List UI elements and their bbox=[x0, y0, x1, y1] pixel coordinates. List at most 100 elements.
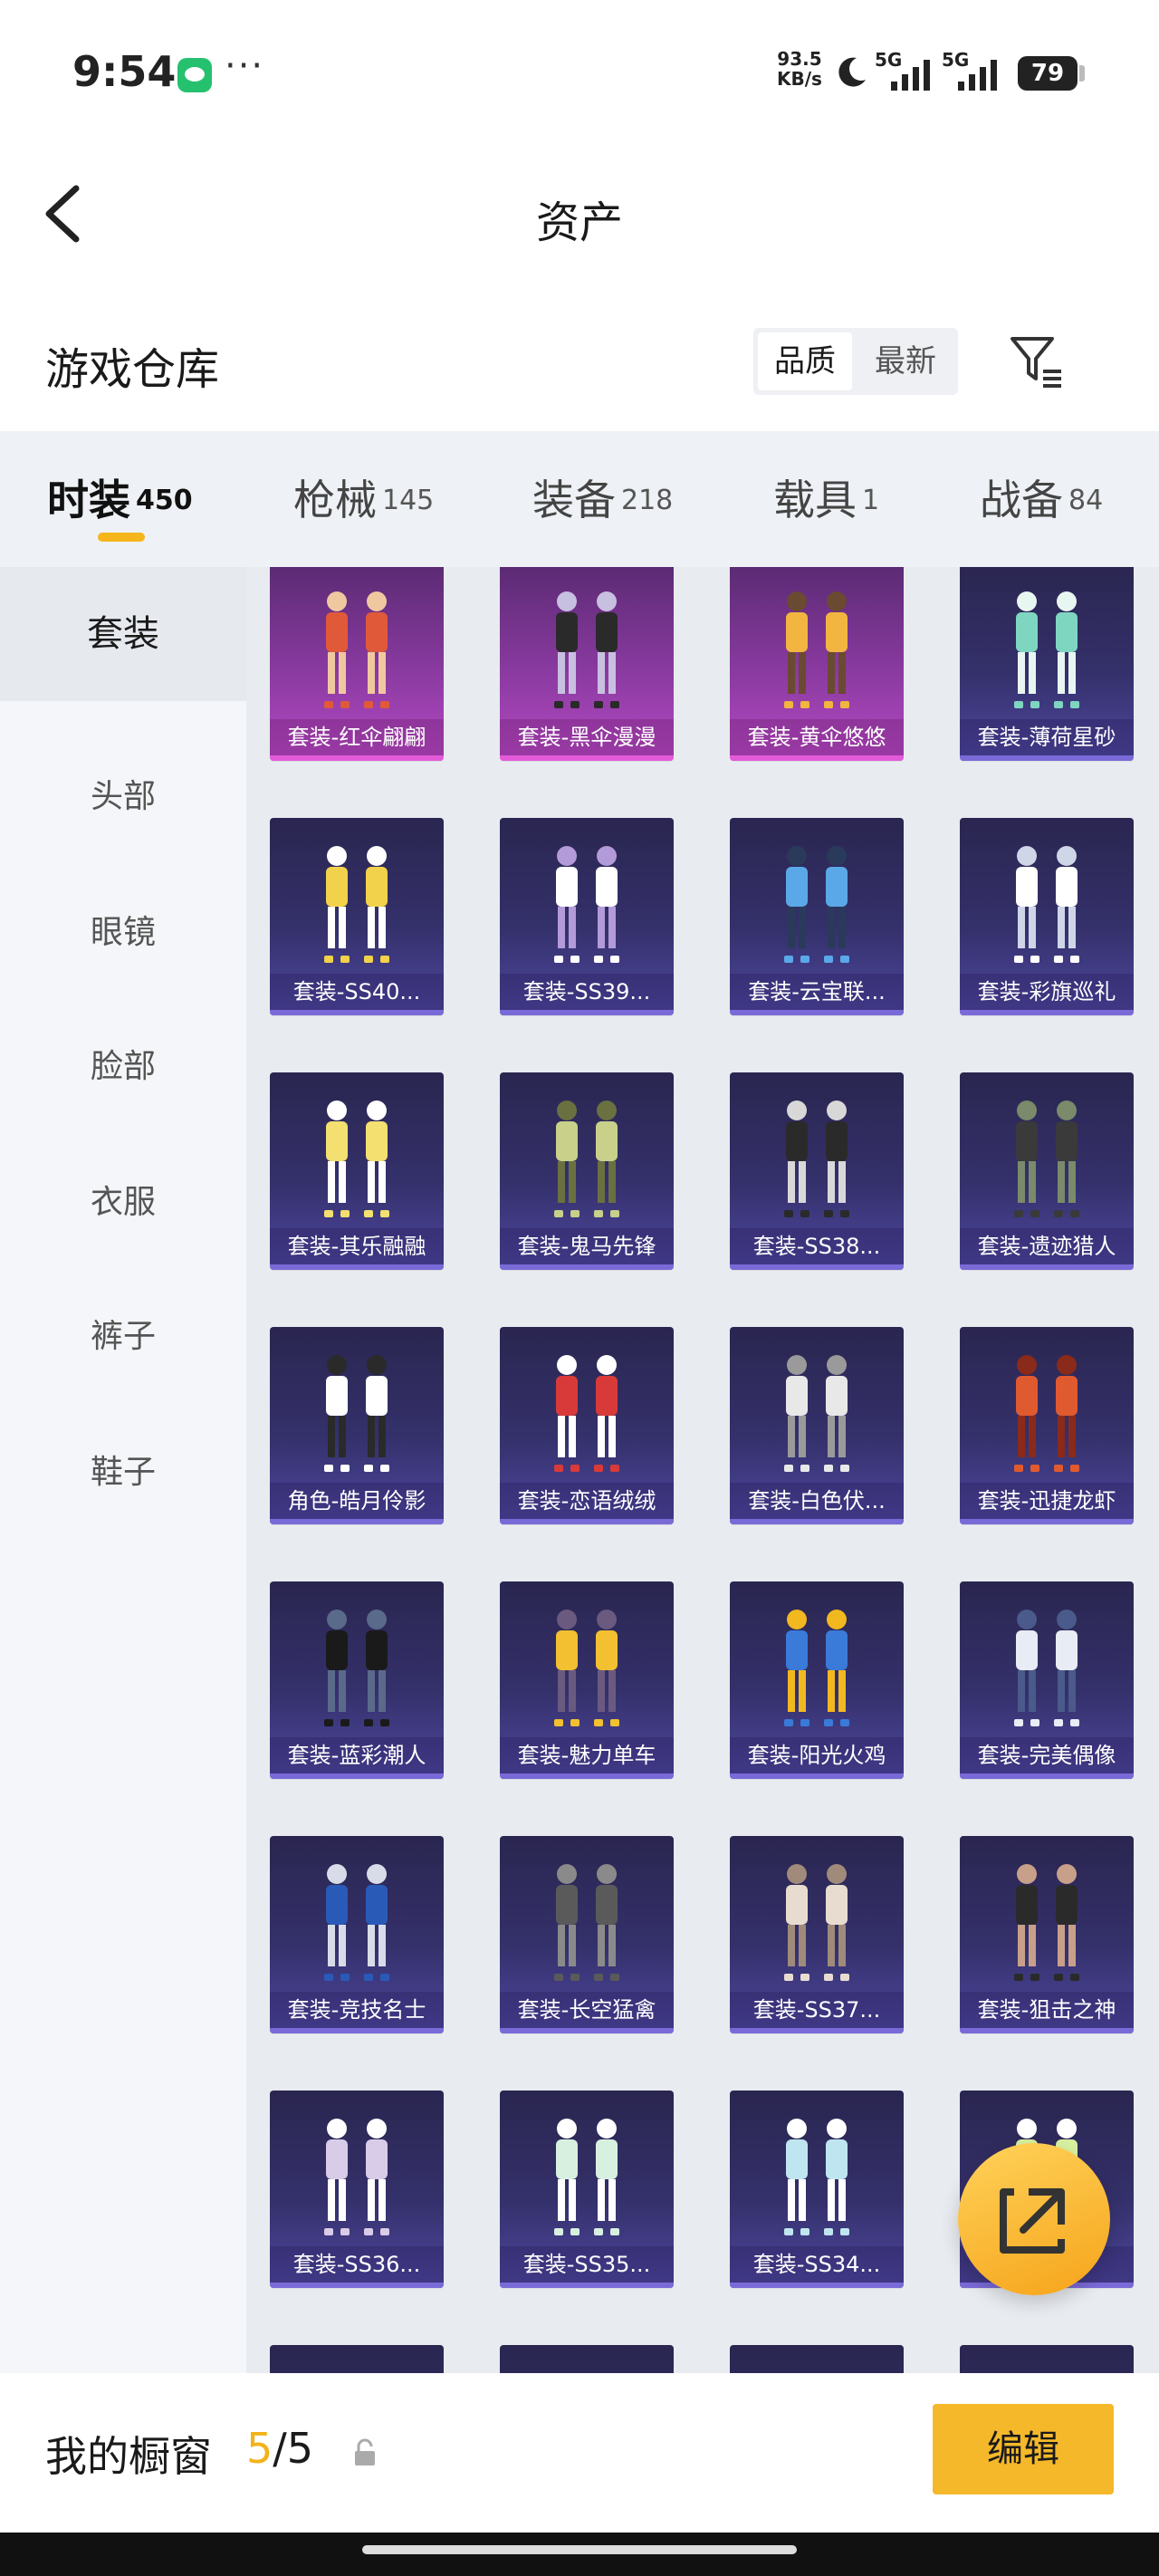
outfit-card[interactable]: 套装-彩旗巡礼 bbox=[960, 818, 1134, 1015]
outfit-card-label: 套装-阳光火鸡 bbox=[730, 1737, 904, 1773]
tab-count: 84 bbox=[1068, 485, 1104, 516]
speed-unit: KB/s bbox=[777, 68, 822, 90]
outfit-figure-icon bbox=[784, 591, 849, 708]
outfit-card[interactable]: 套装-蓝彩潮人 bbox=[270, 1581, 444, 1779]
outfit-card[interactable]: 套装-竞技名士 bbox=[270, 1836, 444, 2033]
outfit-figure-icon bbox=[302, 2363, 411, 2373]
outfit-card-label: 套装-SS36... bbox=[270, 2246, 444, 2283]
outfit-card[interactable]: 套装-恋语绒绒 bbox=[500, 1327, 674, 1524]
outfit-card-label: 套装-SS38... bbox=[730, 1228, 904, 1264]
outfit-card[interactable] bbox=[270, 2345, 444, 2373]
tab-label: 枪械 bbox=[293, 476, 377, 524]
outfit-figure-icon bbox=[784, 1864, 849, 1981]
showcase-label: 我的橱窗 bbox=[45, 2432, 212, 2481]
tab-vehicles[interactable]: 载具 1 bbox=[773, 467, 879, 527]
outfit-card[interactable]: 套装-黄伞悠悠 bbox=[730, 567, 904, 761]
rarity-stripe bbox=[500, 1519, 674, 1524]
tab-fashion[interactable]: 时装 450 bbox=[47, 467, 193, 527]
tab-firearms[interactable]: 枪械 145 bbox=[293, 467, 434, 527]
sort-by-newest[interactable]: 最新 bbox=[857, 332, 954, 390]
outfit-card[interactable]: 套装-云宝联... bbox=[730, 818, 904, 1015]
share-icon bbox=[1000, 2188, 1065, 2254]
rarity-stripe bbox=[960, 2028, 1134, 2033]
outfit-figure-icon bbox=[1014, 591, 1079, 708]
outfit-card[interactable]: 套装-SS34... bbox=[730, 2091, 904, 2288]
outfit-card[interactable]: 套装-SS37... bbox=[730, 1836, 904, 2033]
outfit-card[interactable]: 套装-阳光火鸡 bbox=[730, 1581, 904, 1779]
sidebar-item-glasses[interactable]: 眼镜 bbox=[0, 906, 246, 953]
outfit-figure-icon bbox=[324, 1864, 389, 1981]
outfit-card[interactable]: 套装-长空猛禽 bbox=[500, 1836, 674, 2033]
rarity-stripe bbox=[500, 1010, 674, 1015]
outfit-card[interactable]: 套装-白色伏... bbox=[730, 1327, 904, 1524]
sidebar-item-face[interactable]: 脸部 bbox=[0, 1040, 246, 1087]
outfit-figure-icon bbox=[784, 1101, 849, 1217]
rarity-stripe bbox=[500, 755, 674, 761]
outfit-figure-icon bbox=[554, 1610, 619, 1726]
outfit-card[interactable]: 套装-魅力单车 bbox=[500, 1581, 674, 1779]
rarity-stripe bbox=[730, 1773, 904, 1779]
rarity-stripe bbox=[270, 1010, 444, 1015]
outfit-card-label: 套装-云宝联... bbox=[730, 974, 904, 1010]
sidebar-item-clothes[interactable]: 衣服 bbox=[0, 1176, 246, 1223]
edit-button[interactable]: 编辑 bbox=[933, 2404, 1114, 2494]
outfit-card[interactable]: 套装-SS39... bbox=[500, 818, 674, 1015]
outfit-figure-icon bbox=[324, 1610, 389, 1726]
rarity-stripe bbox=[730, 1519, 904, 1524]
share-button[interactable] bbox=[958, 2143, 1110, 2295]
outfit-card-label: 套装-恋语绒绒 bbox=[500, 1483, 674, 1519]
outfit-figure-icon bbox=[554, 1355, 619, 1472]
rarity-stripe bbox=[960, 1264, 1134, 1270]
gesture-area bbox=[0, 2533, 1159, 2576]
tab-battle-gear[interactable]: 战备 84 bbox=[980, 467, 1103, 527]
outfit-card-label: 套装-黄伞悠悠 bbox=[730, 719, 904, 755]
tab-label: 战备 bbox=[980, 476, 1063, 524]
outfit-card[interactable]: 套装-狙击之神 bbox=[960, 1836, 1134, 2033]
outfit-figure-icon bbox=[762, 2363, 871, 2373]
outfit-card-label: 套装-红伞翩翩 bbox=[270, 719, 444, 755]
outfit-card[interactable]: 套装-SS36... bbox=[270, 2091, 444, 2288]
sidebar-item-pants[interactable]: 裤子 bbox=[0, 1310, 246, 1357]
outfit-card-label: 套装-彩旗巡礼 bbox=[960, 974, 1134, 1010]
outfit-card[interactable]: 套装-迅捷龙虾 bbox=[960, 1327, 1134, 1524]
status-bar: 9:54 ··· 93.5 KB/s 5G 5G 79 bbox=[0, 0, 1159, 145]
outfit-card-label: 套装-SS37... bbox=[730, 1992, 904, 2028]
filter-icon[interactable] bbox=[1007, 332, 1067, 391]
outfit-card[interactable] bbox=[960, 2345, 1134, 2373]
outfit-card[interactable]: 套装-红伞翩翩 bbox=[270, 567, 444, 761]
outfit-card-label: 套装-SS35... bbox=[500, 2246, 674, 2283]
outfit-card[interactable]: 套装-薄荷星砂 bbox=[960, 567, 1134, 761]
outfit-card[interactable] bbox=[500, 2345, 674, 2373]
rarity-stripe bbox=[270, 2028, 444, 2033]
outfit-card-label: 套装-SS34... bbox=[730, 2246, 904, 2283]
rarity-stripe bbox=[960, 1773, 1134, 1779]
outfit-card-label: 套装-白色伏... bbox=[730, 1483, 904, 1519]
battery-icon bbox=[1079, 65, 1085, 82]
outfit-card[interactable]: 套装-SS38... bbox=[730, 1072, 904, 1270]
showcase-current: 5 bbox=[246, 2424, 273, 2473]
outfit-card[interactable]: 套装-完美偶像 bbox=[960, 1581, 1134, 1779]
showcase-max: 5 bbox=[286, 2424, 314, 2473]
outfit-card[interactable] bbox=[730, 2345, 904, 2373]
outfit-figure-icon bbox=[784, 846, 849, 963]
sidebar-item-outfit[interactable]: 套装 bbox=[0, 567, 246, 701]
outfit-card[interactable]: 套装-SS35... bbox=[500, 2091, 674, 2288]
sort-by-quality[interactable]: 品质 bbox=[758, 332, 852, 390]
outfit-card[interactable]: 套装-其乐融融 bbox=[270, 1072, 444, 1270]
home-indicator[interactable] bbox=[362, 2545, 797, 2554]
category-tabs: 时装 450 枪械 145 装备 218 载具 1 战备 84 bbox=[0, 431, 1159, 567]
outfit-figure-icon bbox=[1014, 846, 1079, 963]
outfit-card-label: 套装-完美偶像 bbox=[960, 1737, 1134, 1773]
outfit-card-label: 套装-薄荷星砂 bbox=[960, 719, 1134, 755]
rarity-stripe bbox=[730, 755, 904, 761]
outfit-card[interactable]: 套装-黑伞漫漫 bbox=[500, 567, 674, 761]
outfit-card[interactable]: 套装-鬼马先锋 bbox=[500, 1072, 674, 1270]
sidebar-item-shoes[interactable]: 鞋子 bbox=[0, 1446, 246, 1493]
sidebar-item-head[interactable]: 头部 bbox=[0, 770, 246, 817]
outfit-figure-icon bbox=[324, 1355, 389, 1472]
outfit-card[interactable]: 套装-遗迹猎人 bbox=[960, 1072, 1134, 1270]
outfit-card[interactable]: 角色-皓月伶影 bbox=[270, 1327, 444, 1524]
rarity-stripe bbox=[270, 1264, 444, 1270]
tab-equipment[interactable]: 装备 218 bbox=[532, 467, 673, 527]
outfit-card[interactable]: 套装-SS40... bbox=[270, 818, 444, 1015]
